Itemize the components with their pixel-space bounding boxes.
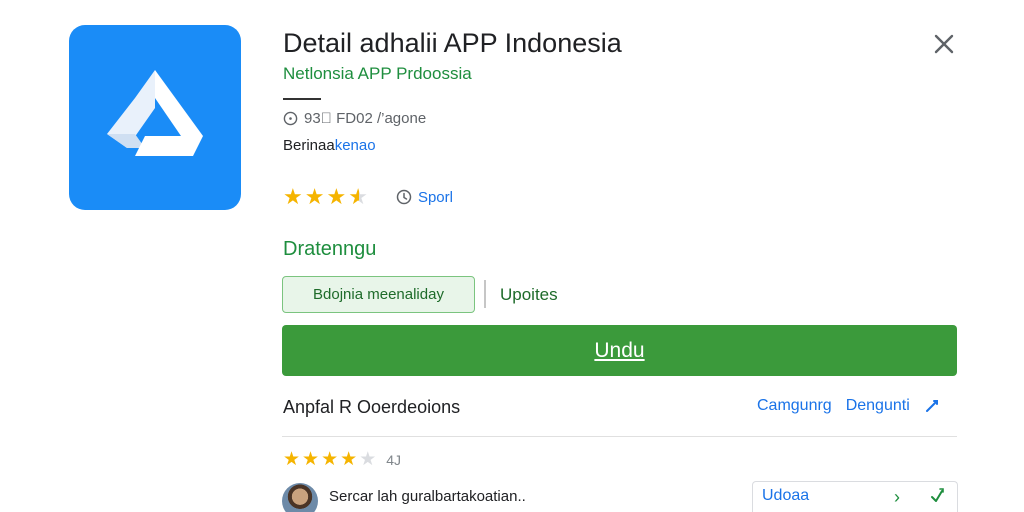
chip-divider: [484, 280, 486, 308]
star-empty-icon: ★: [359, 449, 377, 470]
reviews-links: Camgunrg Dengunti: [757, 397, 940, 415]
review-item: Sercar lah guralbartakoatian.. Udoaa ›: [282, 481, 958, 512]
genre-link[interactable]: Sporl: [396, 189, 453, 206]
reviews-link-2[interactable]: Dengunti: [846, 397, 910, 415]
app-logo-icon: [107, 70, 203, 156]
info-icon: [396, 189, 412, 205]
avatar: [282, 482, 318, 512]
category-link[interactable]: kenao: [335, 137, 376, 154]
genre-label: Sporl: [417, 188, 453, 206]
developer-name[interactable]: Netlonsia APP Prdoossia: [283, 64, 472, 84]
rating-row: ★ ★ ★ ★ Sporl: [283, 186, 453, 208]
app-meta-text: 93⃕ FD02 /’agone: [304, 110, 427, 127]
app-title: Detail adhalii APP Indonesia: [283, 28, 622, 58]
app-meta: 93⃕ FD02 /’agone: [283, 110, 426, 127]
install-button[interactable]: Undu: [282, 325, 957, 376]
review-text: Sercar lah guralbartakoatian..: [329, 488, 526, 505]
reviews-link-1[interactable]: Camgunrg: [757, 397, 832, 415]
section-divider: [282, 436, 957, 437]
star-icon: ★: [304, 184, 325, 209]
section-heading: Dratenngu: [283, 238, 377, 260]
review-action-link[interactable]: Udoaa: [762, 487, 809, 505]
rating-stars: ★ ★ ★ ★: [283, 186, 368, 208]
close-button[interactable]: [930, 30, 958, 58]
share-icon[interactable]: [928, 487, 946, 505]
reviews-heading: Anpfal R Ooerdeoions: [283, 397, 461, 417]
category-label: Berinaa: [283, 137, 335, 154]
star-icon: ★: [283, 184, 303, 209]
app-icon: [69, 25, 241, 210]
star-icon: ★: [321, 449, 339, 470]
edit-icon[interactable]: [924, 398, 940, 414]
star-icon: ★: [302, 449, 320, 470]
filter-chip[interactable]: Bdojnia meenaliday: [282, 276, 475, 313]
category-row: Berinaakenao: [283, 137, 376, 154]
clock-icon: [283, 111, 298, 126]
install-button-label: Undu: [594, 338, 645, 362]
updates-link[interactable]: Upoites: [500, 285, 558, 305]
star-icon: ★: [340, 449, 358, 470]
close-icon: [934, 34, 954, 54]
chevron-right-icon[interactable]: ›: [894, 487, 900, 508]
star-icon: ★: [326, 184, 347, 209]
divider: [283, 98, 321, 100]
star-half-icon: ★: [348, 184, 368, 209]
review-summary-stars: ★ ★ ★ ★ ★ 4J: [283, 450, 401, 469]
review-count: 4J: [386, 451, 402, 468]
star-icon: ★: [283, 449, 301, 470]
